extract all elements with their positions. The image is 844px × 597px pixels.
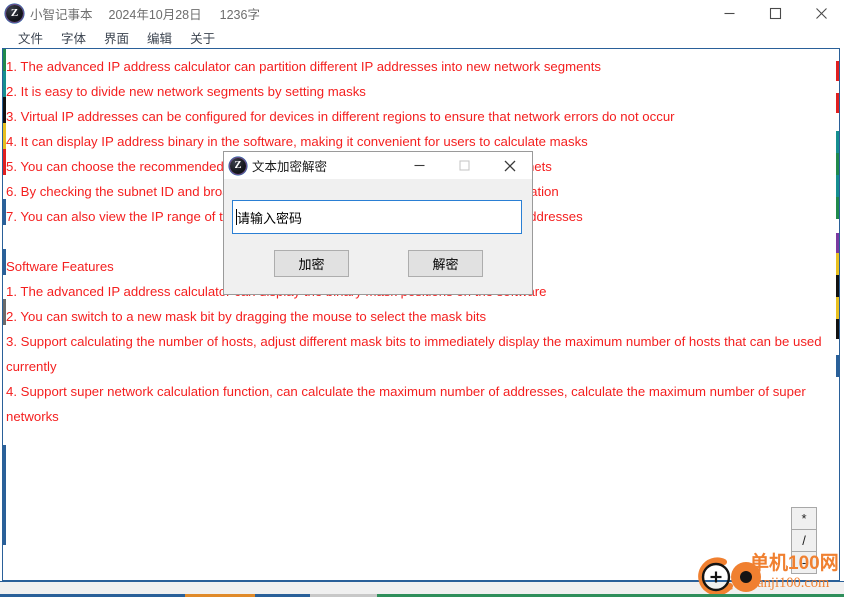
dialog-title-bar: 文本加密解密 — [224, 152, 532, 179]
dialog-body: 请输入密码 加密 解密 — [224, 179, 532, 294]
slash-button[interactable]: / — [791, 529, 817, 552]
password-input-value: 请输入密码 — [237, 210, 303, 226]
dialog-minimize-icon[interactable] — [397, 152, 442, 179]
notepad-window: 小智记事本 2024年10月28日 1236字 文件 字体 界面 编辑 关于 1… — [0, 0, 844, 594]
decrypt-button[interactable]: 解密 — [408, 250, 483, 277]
window-controls — [706, 0, 844, 27]
dialog-title: 文本加密解密 — [252, 160, 328, 174]
menu-item-font[interactable]: 字体 — [52, 28, 95, 47]
minimize-icon[interactable] — [706, 0, 752, 27]
close-icon[interactable] — [798, 0, 844, 27]
document-line: 1. The advanced IP address calculator ca… — [6, 59, 602, 74]
dialog-window-controls — [397, 152, 532, 179]
document-line: 3. Support calculating the number of hos… — [6, 334, 826, 374]
menu-item-interface[interactable]: 界面 — [95, 28, 138, 47]
encrypt-decrypt-dialog: 文本加密解密 请输入密码 加密 解密 — [223, 151, 533, 295]
menu-item-edit[interactable]: 编辑 — [138, 28, 181, 47]
maximize-icon[interactable] — [752, 0, 798, 27]
title-bar: 小智记事本 2024年10月28日 1236字 — [0, 0, 844, 27]
document-line: 2. It is easy to divide new network segm… — [6, 84, 366, 99]
color-strip-right — [836, 49, 839, 580]
document-date: 2024年10月28日 — [108, 8, 202, 22]
minus-button[interactable]: - — [791, 551, 817, 574]
mini-button-group: * / - — [791, 507, 817, 574]
app-title: 小智记事本 — [30, 8, 93, 22]
text-editor-area[interactable]: 1. The advanced IP address calculator ca… — [2, 48, 840, 581]
document-line: 4. Support super network calculation fun… — [6, 384, 810, 424]
password-input[interactable]: 请输入密码 — [232, 200, 522, 234]
character-count: 1236字 — [219, 8, 260, 22]
asterisk-button[interactable]: * — [791, 507, 817, 530]
menu-item-about[interactable]: 关于 — [181, 28, 224, 47]
document-line: 2. You can switch to a new mask bit by d… — [6, 309, 487, 324]
menu-bar: 文件 字体 界面 编辑 关于 — [0, 27, 844, 48]
dialog-logo-icon — [230, 157, 246, 174]
dialog-close-icon[interactable] — [487, 152, 532, 179]
document-line: 3. Virtual IP addresses can be configure… — [6, 109, 675, 124]
dialog-maximize-icon — [442, 152, 487, 179]
menu-item-file[interactable]: 文件 — [9, 28, 52, 47]
encrypt-button[interactable]: 加密 — [274, 250, 349, 277]
app-logo-icon — [6, 5, 23, 22]
